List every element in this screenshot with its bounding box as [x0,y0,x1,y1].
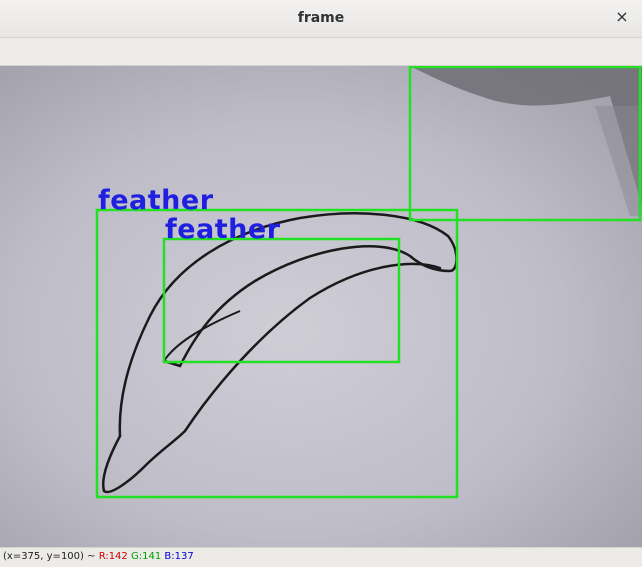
banana-outline-inner [101,262,442,494]
frame-image [95,66,642,499]
camera-frame-view[interactable]: feather feather [0,66,642,547]
toolbar [0,38,642,66]
status-bar: (x=375, y=100) ~ R:142 G:141 B:137 [0,547,642,567]
pixel-g-value: G:141 [130,551,162,562]
title-bar: frame × [0,0,642,38]
detection-label: feather [165,214,281,245]
pixel-b-value: B:137 [164,551,194,562]
banana-outline-outer [118,212,458,438]
detection-label: feather [98,185,214,216]
pixel-r-value: R:142 [98,551,128,562]
window-title: frame [297,10,345,26]
banana-stroke [163,310,241,362]
cursor-coords: (x=375, y=100) ~ [3,551,96,562]
close-icon[interactable]: × [614,9,630,25]
detection-box [162,237,401,364]
